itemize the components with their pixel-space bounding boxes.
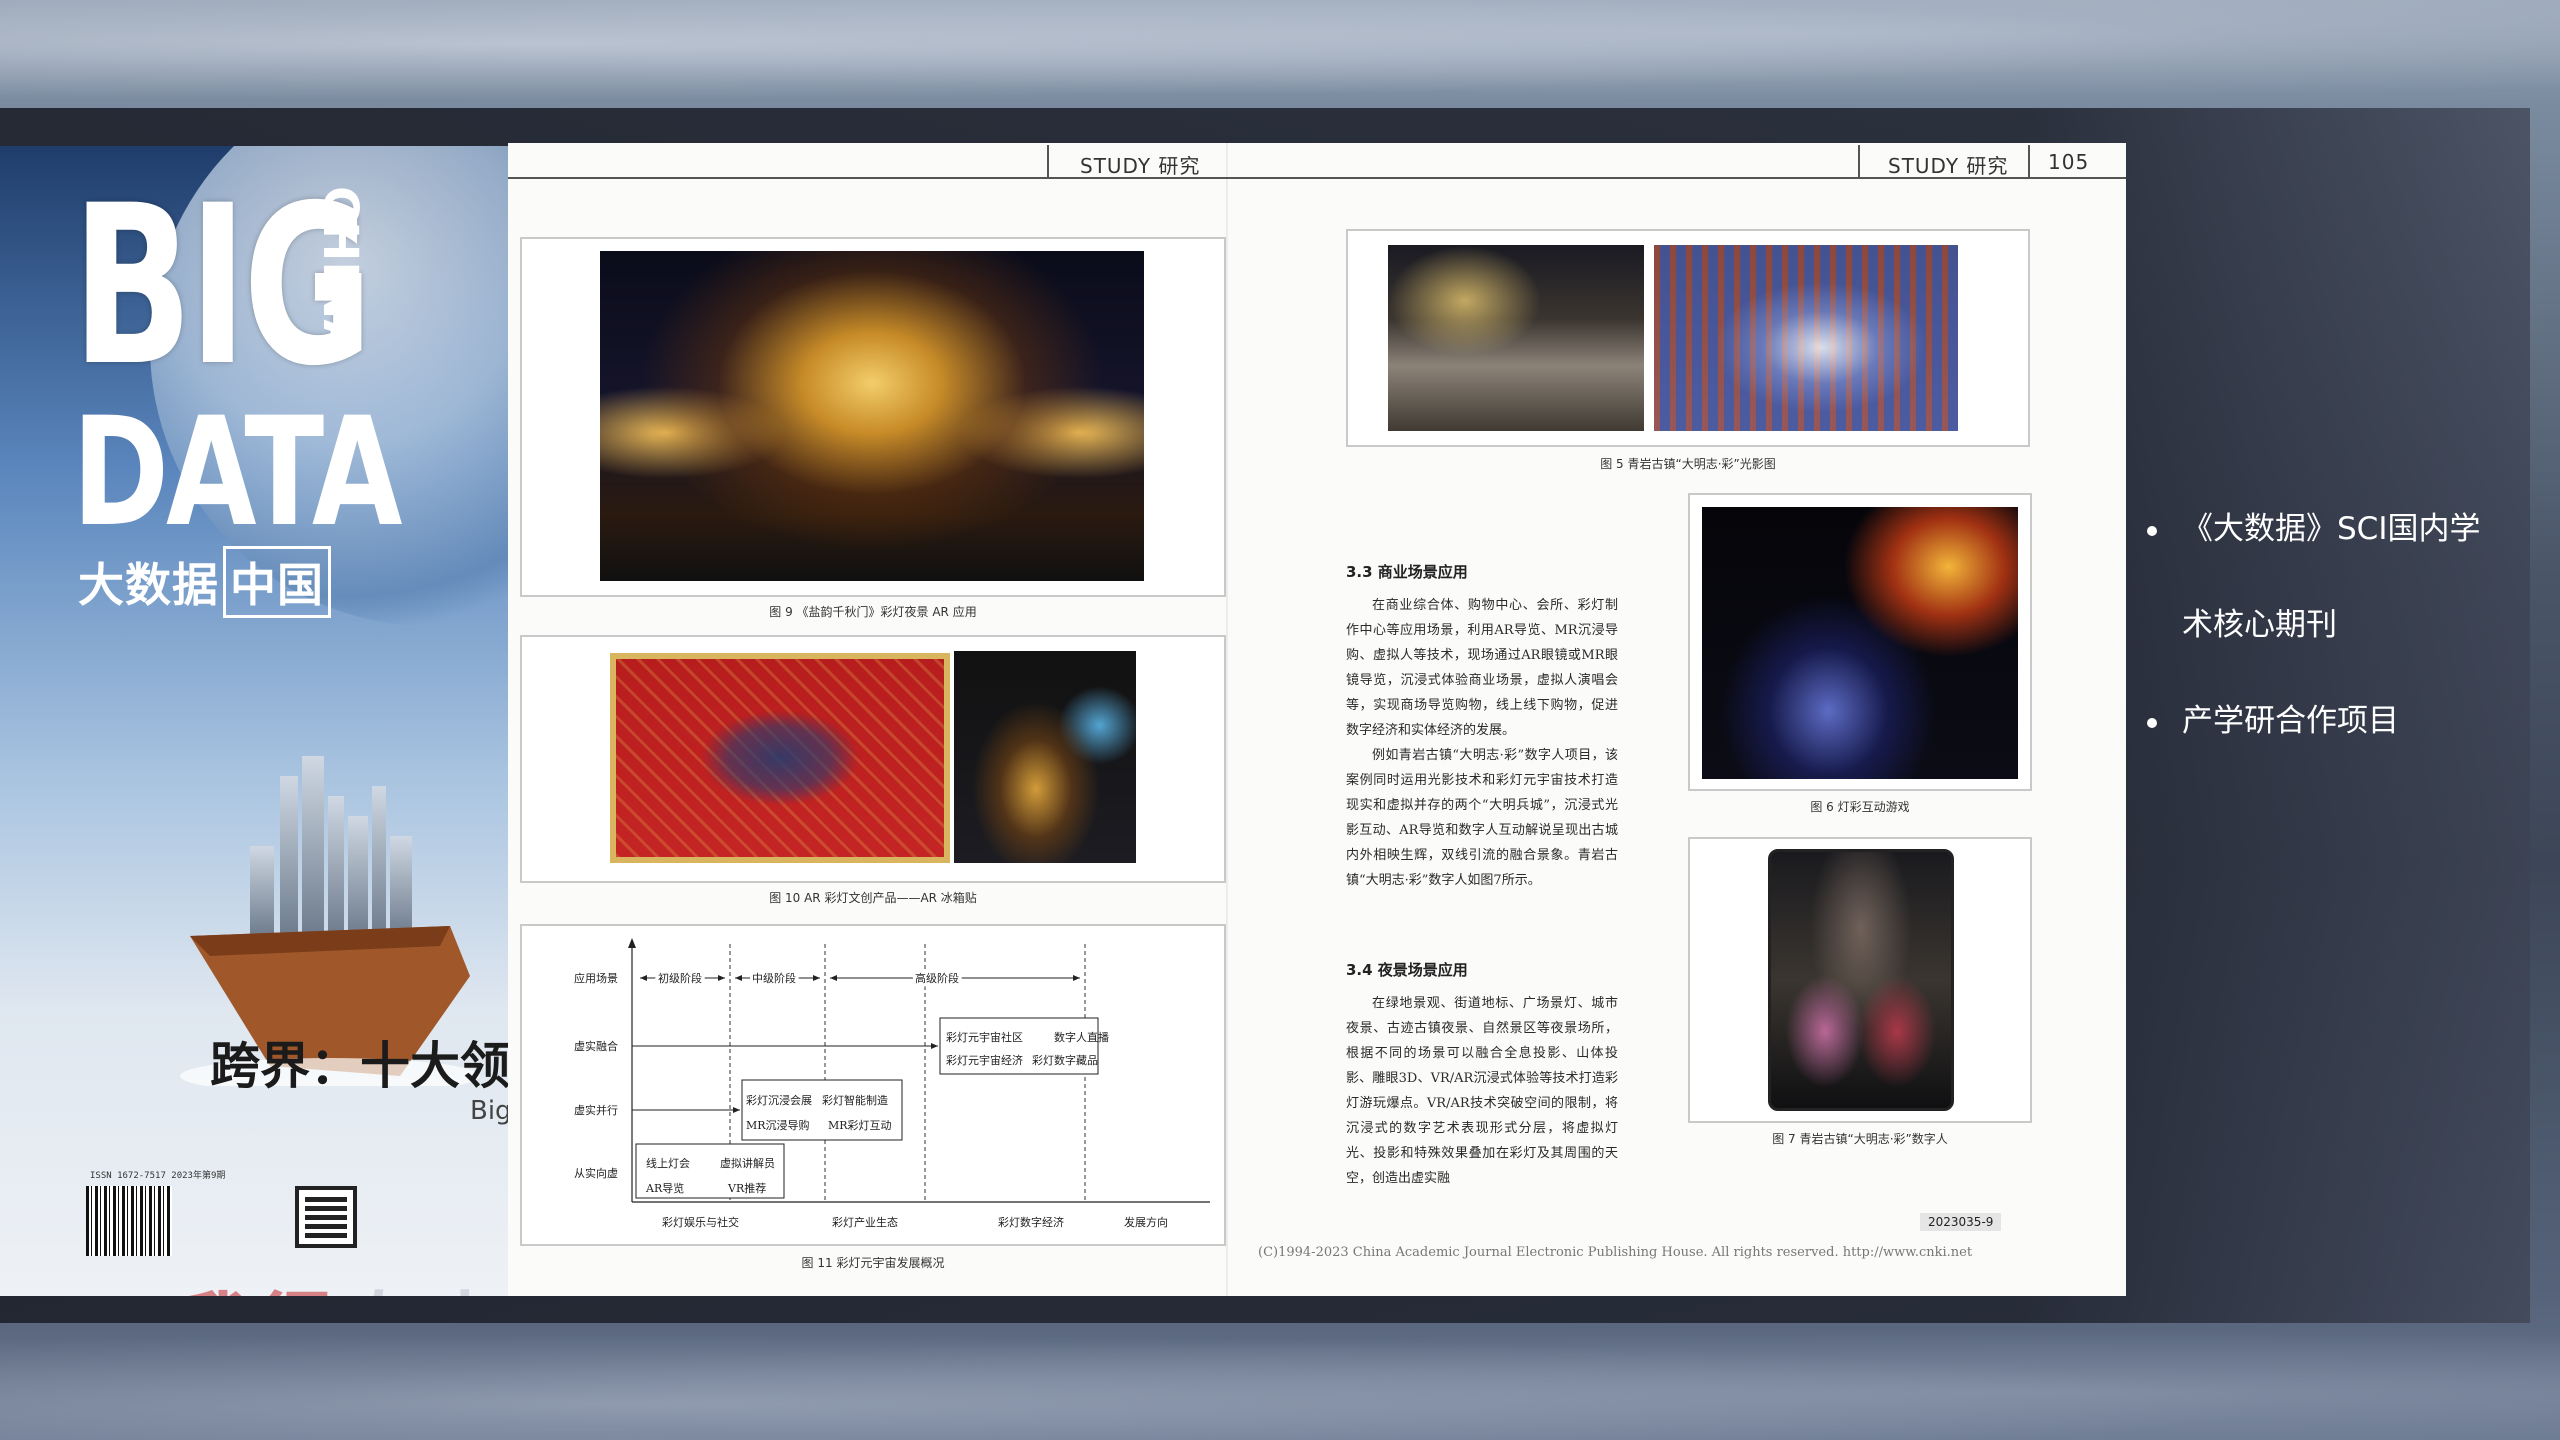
header-divider [2028, 145, 2030, 179]
fig9-lantern-gate-photo [600, 251, 1144, 581]
section-3-3-paragraph-1: 在商业综合体、购物中心、会所、彩灯制作中心等应用场景，利用AR导览、MR沉浸导购… [1346, 598, 1618, 738]
section-3-3-body: 在商业综合体、购物中心、会所、彩灯制作中心等应用场景，利用AR导览、MR沉浸导购… [1346, 593, 1618, 893]
diag-box3-1: 数字人直播 [1054, 1030, 1109, 1044]
diag-box2-0: 彩灯沉浸会展 [746, 1094, 812, 1107]
background-clouds-top [0, 0, 2560, 110]
section-3-4-paragraph-1: 在绿地景观、街道地标、广场景灯、城市夜景、古迹古镇夜景、自然景区等夜景场所，根据… [1346, 996, 1618, 1186]
fig7-caption: 图 7 青岩古镇“大明志·彩”数字人 [1772, 1132, 1948, 1146]
fig6-interactive-game-photo [1702, 507, 2018, 779]
cover-qr-code [295, 1186, 357, 1248]
page-number: 105 [2048, 150, 2090, 174]
fig5-frame [1346, 229, 2030, 447]
copyright-footer: (C)1994-2023 China Academic Journal Elec… [1258, 1245, 1973, 1260]
diag-ylabel-3: 从实向虚 [574, 1166, 618, 1180]
cover-chinese-title-b: 中国 [223, 546, 331, 618]
right-page-header: STUDY 研究 [1888, 154, 2009, 178]
diag-xlabel-2: 彩灯数字经济 [998, 1215, 1064, 1229]
diag-ylabel-1: 虚实融合 [574, 1039, 618, 1053]
diag-box3-0: 彩灯元宇宙社区 [946, 1030, 1023, 1044]
fig11-diagram: 应用场景 虚实融合 虚实并行 从实向虚 初级阶段 中级阶段 高级阶段 彩灯元宇宙… [574, 938, 1210, 1229]
cover-chinese-title-a: 大数据 [78, 558, 219, 612]
magazine-cover: BIG DATA CHINA 大数据中国 跨界：十大领域 Big ISSN 16… [0, 146, 508, 1296]
bullet-dot-icon [2147, 526, 2157, 536]
diag-stage-1: 中级阶段 [752, 971, 796, 985]
fig10-frame [520, 635, 1226, 883]
diag-stage-2: 高级阶段 [915, 971, 959, 985]
fig6-caption: 图 6 灯彩互动游戏 [1810, 800, 1910, 814]
section-3-3-title: 3.3 商业场景应用 [1346, 563, 1468, 581]
diag-stage-0: 初级阶段 [658, 971, 702, 985]
left-page-header: STUDY 研究 [1080, 154, 1201, 178]
cover-watermark: 我得杂志 [175, 1266, 505, 1296]
slide-bullet-list: 《大数据》SCI国内学 术核心期刊 产学研合作项目 [2140, 505, 2540, 793]
diag-box1-0: 线上灯会 [646, 1156, 690, 1170]
cover-issn: ISSN 1672-7517 2023年第9期 [90, 1171, 226, 1181]
bullet-text-line-1: 《大数据》SCI国内学 [2182, 511, 2481, 547]
fig9-frame [520, 237, 1226, 597]
section-3-3-paragraph-2: 例如青岩古镇“大明志·彩”数字人项目，该案例同时运用光影技术和彩灯元宇宙技术打造… [1346, 748, 1618, 888]
diag-box2-2: MR沉浸导购 [746, 1118, 810, 1132]
fig5-old-town-photo [1388, 245, 1644, 431]
page-code: 2023035-9 [1920, 1213, 2002, 1231]
diag-xlabel-3: 发展方向 [1124, 1215, 1168, 1229]
diag-ylabel-0: 应用场景 [574, 971, 618, 985]
diag-box1-2: AR导览 [645, 1181, 684, 1195]
cover-title-china: CHINA [312, 186, 368, 357]
cover-subtitle: Big [470, 1096, 508, 1126]
diag-box2-1: 彩灯智能制造 [822, 1093, 888, 1107]
diag-box3-2: 彩灯元宇宙经济 [946, 1053, 1023, 1067]
fig11-caption: 图 11 彩灯元宇宙发展概况 [801, 1256, 945, 1270]
cover-title-data: DATA [72, 386, 402, 560]
bullet-text-line-1: 产学研合作项目 [2182, 703, 2399, 739]
header-divider [1858, 145, 1860, 179]
background-clouds-bottom [0, 1320, 2560, 1440]
diag-box1-3: VR推荐 [727, 1181, 766, 1195]
fig10-ar-sticker-photo [954, 651, 1136, 863]
journal-page-right: STUDY 研究 105 图 5 青岩古镇“大明志·彩”光影图 3.3 商业场景… [1228, 143, 2126, 1296]
fig10-caption: 图 10 AR 彩灯文创产品——AR 冰箱贴 [769, 891, 977, 905]
section-3-4-body: 在绿地景观、街道地标、广场景灯、城市夜景、古迹古镇夜景、自然景区等夜景场所，根据… [1346, 991, 1618, 1191]
fig5-caption: 图 5 青岩古镇“大明志·彩”光影图 [1600, 457, 1776, 471]
bullet-item: 《大数据》SCI国内学 术核心期刊 [2140, 505, 2540, 649]
diag-ylabel-2: 虚实并行 [574, 1103, 618, 1117]
fig7-frame [1688, 837, 2032, 1123]
fig7-digital-human-phone-photo [1768, 849, 1954, 1111]
bullet-dot-icon [2147, 718, 2157, 728]
cover-chinese-title: 大数据 中国 [78, 546, 331, 618]
fig9-caption: 图 9 《盐韵千秋门》彩灯夜景 AR 应用 [769, 605, 977, 619]
diag-xlabel-0: 彩灯娱乐与社交 [662, 1215, 739, 1229]
cover-barcode [86, 1186, 172, 1256]
bullet-text-line-2: 术核心期刊 [2182, 607, 2337, 643]
bullet-item: 产学研合作项目 [2140, 697, 2540, 745]
diag-box2-3: MR彩灯互动 [828, 1119, 892, 1132]
diag-box1-1: 虚拟讲解员 [720, 1156, 775, 1170]
fig10-red-card-photo [610, 653, 950, 863]
cover-headline: 跨界：十大领域 [210, 1037, 508, 1095]
fig5-light-tunnel-photo [1654, 245, 1958, 431]
diag-box3-3: 彩灯数字藏品 [1032, 1053, 1098, 1067]
header-divider [1047, 145, 1049, 179]
section-3-4-title: 3.4 夜景场景应用 [1346, 961, 1468, 979]
fig6-frame [1688, 493, 2032, 791]
diag-xlabel-1: 彩灯产业生态 [832, 1215, 898, 1229]
